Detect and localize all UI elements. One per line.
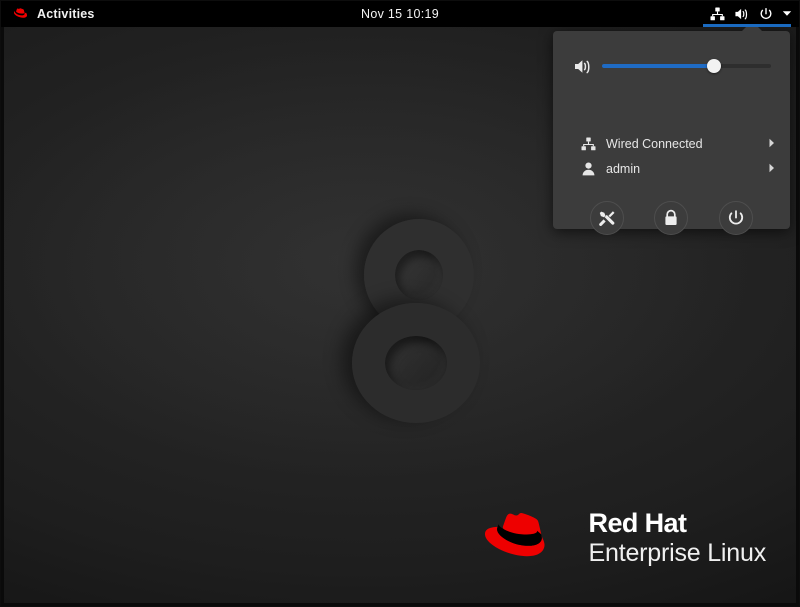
power-off-button[interactable] xyxy=(718,201,753,235)
settings-button[interactable] xyxy=(590,201,625,235)
lock-screen-button[interactable] xyxy=(654,201,689,235)
volume-icon xyxy=(735,8,748,19)
redhat-fedora-icon xyxy=(14,8,28,18)
chevron-right-icon xyxy=(768,137,776,151)
settings-tools-icon xyxy=(599,211,615,226)
desktop-screen: Red Hat Enterprise Linux Wired Connected… xyxy=(0,0,800,607)
lock-padlock-icon xyxy=(665,209,678,225)
red-hat-logo-text: Red Hat Enterprise Linux xyxy=(588,508,767,567)
chevron-down-icon xyxy=(782,11,792,16)
user-avatar-icon xyxy=(579,162,597,176)
menu-item-wired-connected[interactable]: Wired Connected xyxy=(553,131,790,156)
volume-slider[interactable] xyxy=(602,56,771,76)
chevron-right-icon xyxy=(768,162,776,176)
clock-area: Nov 15 10:19 xyxy=(0,0,800,27)
numeral-bottom-shade xyxy=(385,336,447,390)
numeral-top-shade xyxy=(395,250,443,300)
menu-item-label: Wired Connected xyxy=(606,136,703,151)
volume-control-row[interactable] xyxy=(573,53,771,79)
activities-button[interactable]: Activities xyxy=(0,0,105,27)
activities-label: Activities xyxy=(37,6,95,21)
menu-item-label: admin xyxy=(606,161,641,176)
gnome-top-bar: Activities Nov 15 10:19 xyxy=(0,0,800,27)
volume-speaker-icon xyxy=(575,59,590,73)
wired-network-icon xyxy=(579,137,597,151)
numeral-bottom-ring xyxy=(352,303,480,423)
clock-datetime[interactable]: Nov 15 10:19 xyxy=(361,7,439,21)
wallpaper-numeral-eight xyxy=(340,203,500,423)
system-menu-popup[interactable]: Wired Connected admin xyxy=(553,31,790,235)
system-menu-action-buttons xyxy=(553,193,790,243)
status-menu-button[interactable] xyxy=(700,0,800,27)
logo-line-red-hat: Red Hat xyxy=(588,508,687,538)
volume-slider-fill xyxy=(602,64,714,68)
status-menu-active-underline xyxy=(703,24,791,27)
logo-line-enterprise-linux: Enterprise Linux xyxy=(588,539,767,567)
power-icon xyxy=(760,7,772,19)
red-hat-logo: Red Hat Enterprise Linux xyxy=(484,508,766,566)
red-hat-fedora-logo-icon xyxy=(484,513,545,557)
menu-item-user-admin[interactable]: admin xyxy=(553,156,790,181)
volume-slider-handle[interactable] xyxy=(706,59,721,73)
wired-network-icon xyxy=(710,7,725,20)
power-icon xyxy=(728,210,743,225)
